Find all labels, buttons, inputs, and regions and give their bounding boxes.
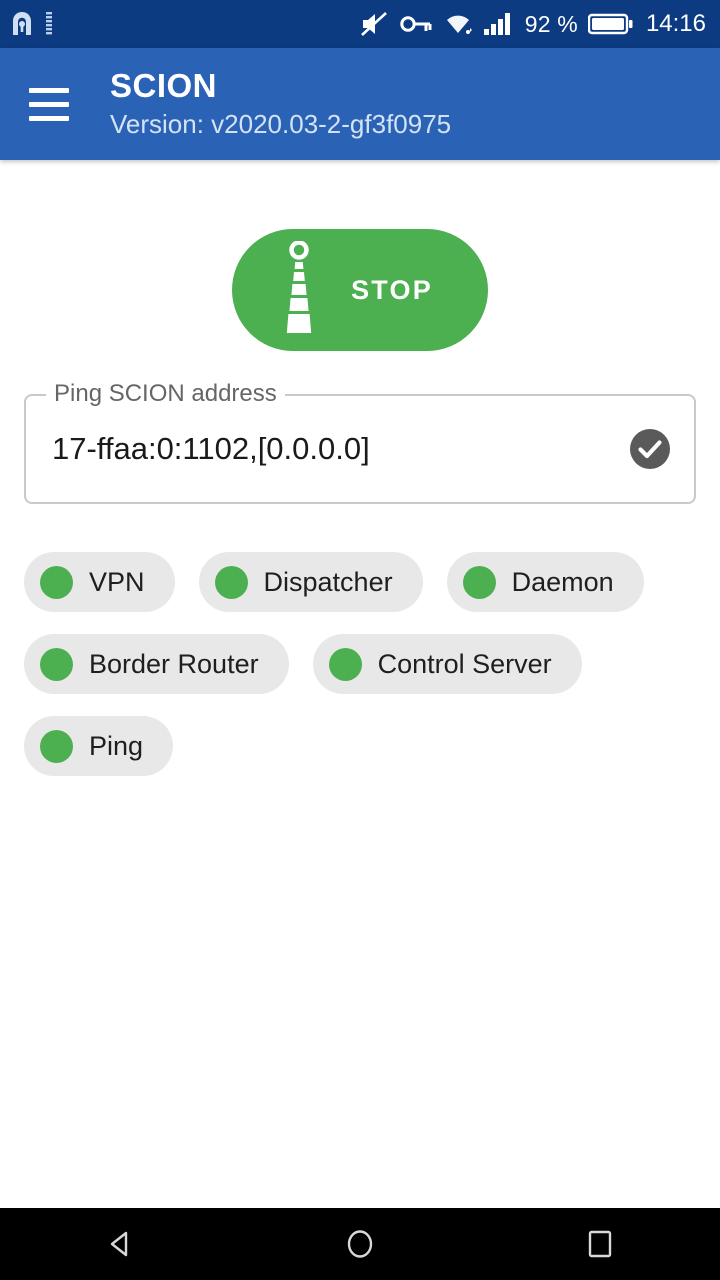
stop-button[interactable]: STOP — [232, 229, 488, 351]
page-title: SCION — [110, 66, 218, 104]
service-status-chips: VPN Dispatcher Daemon Border Router Cont… — [24, 552, 696, 776]
battery-percent-label: 92 % — [524, 10, 578, 37]
status-chip-label: Ping — [89, 730, 144, 761]
status-dot-icon — [462, 565, 496, 599]
app-version-label: Version: v2020.03-2-gf3f0975 — [110, 108, 452, 139]
status-dot-icon — [328, 647, 362, 681]
scion-beacon-icon — [277, 240, 321, 339]
vpn-key-icon — [399, 11, 433, 37]
status-bar-left-icons — [10, 11, 54, 37]
status-chip-control-server[interactable]: Control Server — [312, 634, 582, 694]
app-bar: SCION Version: v2020.03-2-gf3f0975 — [0, 48, 720, 160]
recents-button[interactable] — [530, 1208, 670, 1280]
battery-icon — [587, 12, 634, 36]
status-bar: 92 % 14:16 — [0, 0, 720, 48]
status-chip-label: Border Router — [89, 648, 259, 679]
menu-line-3 — [29, 115, 69, 121]
hamburger-menu-icon[interactable] — [18, 73, 80, 135]
status-dot-icon — [40, 647, 73, 681]
menu-line-1 — [29, 87, 69, 93]
ping-address-label: Ping SCION address — [46, 380, 285, 408]
status-chip-daemon[interactable]: Daemon — [446, 552, 644, 612]
back-triangle-icon — [110, 1231, 128, 1257]
check-circle-icon[interactable] — [628, 427, 672, 471]
menu-line-2 — [29, 101, 69, 107]
phone-screen: 92 % 14:16 SCION Version: v2020.03-2-gf3… — [0, 0, 720, 1280]
app-notification-icon — [10, 11, 34, 37]
status-dot-icon — [40, 729, 73, 763]
android-navigation-bar — [0, 1208, 720, 1280]
recents-square-icon — [588, 1230, 612, 1258]
ping-address-field-container: Ping SCION address — [24, 380, 696, 504]
cellular-signal-icon — [483, 11, 515, 37]
ping-address-input[interactable] — [52, 431, 628, 467]
volume-muted-icon — [359, 10, 389, 38]
status-chip-dispatcher[interactable]: Dispatcher — [198, 552, 423, 612]
back-button[interactable] — [50, 1208, 190, 1280]
status-chip-label: Control Server — [377, 648, 552, 679]
status-bar-right-icons: 92 % 14:16 — [359, 10, 706, 38]
app-bar-titles: SCION Version: v2020.03-2-gf3f0975 — [110, 67, 451, 142]
status-chip-label: Dispatcher — [263, 566, 393, 597]
status-chip-label: VPN — [89, 566, 145, 597]
status-chip-border-router[interactable]: Border Router — [24, 634, 289, 694]
home-circle-icon — [347, 1230, 373, 1258]
home-button[interactable] — [290, 1208, 430, 1280]
status-chip-ping[interactable]: Ping — [24, 716, 174, 776]
main-content: STOP Ping SCION address VPN — [0, 160, 720, 1208]
status-dot-icon — [40, 565, 73, 599]
stop-button-label: STOP — [351, 274, 433, 305]
stop-button-container: STOP — [24, 229, 696, 351]
wifi-icon — [443, 11, 473, 37]
status-chip-label: Daemon — [511, 566, 614, 597]
signal-indicator-icon — [44, 11, 54, 37]
status-bar-clock: 14:16 — [645, 10, 706, 37]
ping-address-field[interactable] — [24, 394, 696, 504]
status-chip-vpn[interactable]: VPN — [24, 552, 175, 612]
status-dot-icon — [214, 565, 248, 599]
